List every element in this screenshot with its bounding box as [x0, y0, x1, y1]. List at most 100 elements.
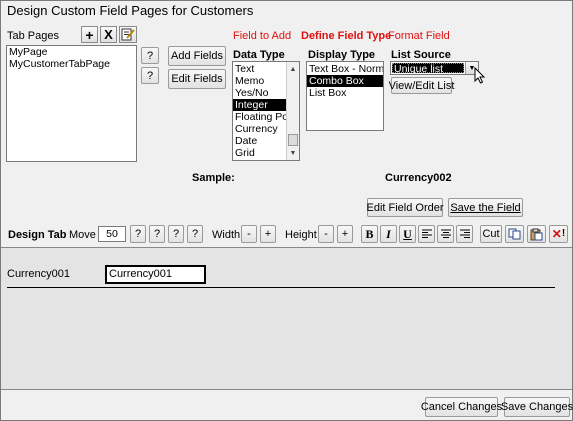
data-type-item-yes-no[interactable]: Yes/No [233, 87, 286, 99]
help-button-tab-pages[interactable]: ? [141, 47, 159, 64]
cancel-changes-label: Cancel Changes [420, 401, 503, 413]
mouse-cursor-icon [474, 67, 486, 84]
save-changes-button[interactable]: Save Changes [500, 397, 573, 417]
data-type-list[interactable]: Text Memo Yes/No Integer Floating Point … [232, 61, 300, 161]
delete-field-icon: ✕! [552, 228, 565, 240]
save-the-field-label: Save the Field [450, 201, 521, 214]
display-type-item-text-box-normal[interactable]: Text Box - Normal [307, 63, 383, 75]
italic-icon: I [386, 226, 391, 241]
question-icon: ? [146, 69, 154, 82]
list-source-label: List Source [391, 49, 451, 61]
data-type-item-integer[interactable]: Integer [233, 99, 286, 111]
edit-tab-page-button[interactable] [119, 26, 137, 43]
scroll-down-icon[interactable]: ▼ [287, 147, 299, 159]
align-right-icon [459, 229, 470, 238]
help-button-edit-fields[interactable]: ? [141, 67, 159, 84]
design-canvas[interactable]: Currency001 Currency001 [1, 248, 572, 389]
exclamation-icon: ! [561, 228, 566, 239]
plus-icon: + [264, 228, 272, 240]
x-icon: X [104, 27, 113, 42]
display-type-item-list-box[interactable]: List Box [307, 87, 383, 99]
copy-icon [508, 228, 521, 240]
copy-button[interactable] [505, 225, 524, 243]
tab-pages-list[interactable]: MyPage MyCustomerTabPage [6, 45, 137, 162]
list-source-select[interactable]: Unique list ▼ [390, 61, 479, 75]
display-type-item-label: List Box [309, 87, 347, 99]
question-icon: ? [146, 49, 154, 62]
add-fields-label: Add Fields [171, 50, 223, 62]
data-type-item-label: Integer [235, 99, 268, 111]
data-type-scrollbar[interactable]: ▲ ▼ [286, 62, 299, 160]
add-fields-button[interactable]: Add Fields [168, 46, 226, 66]
bold-button[interactable]: B [361, 225, 378, 243]
width-increase-button[interactable]: + [260, 225, 276, 243]
plus-icon: + [341, 228, 349, 240]
list-source-value: Unique list [392, 63, 464, 74]
height-label: Height [285, 229, 317, 241]
design-field-box[interactable]: Currency001 [105, 265, 206, 284]
cancel-changes-button[interactable]: Cancel Changes [421, 397, 502, 417]
align-left-icon [421, 229, 432, 238]
cut-button[interactable]: Cut [480, 225, 502, 243]
edit-field-order-button[interactable]: Edit Field Order [366, 198, 444, 217]
data-type-item-currency[interactable]: Currency [233, 123, 286, 135]
sample-value: Currency002 [385, 172, 452, 184]
field-to-add-label: Field to Add [233, 30, 292, 42]
question-icon: ? [172, 228, 180, 240]
display-type-item-combo-box[interactable]: Combo Box [307, 75, 383, 87]
edit-fields-button[interactable]: Edit Fields [168, 69, 226, 89]
view-edit-list-button[interactable]: View/Edit List [389, 77, 454, 94]
save-changes-label: Save Changes [500, 401, 573, 413]
custom-field-pages-window: Design Custom Field Pages for Customers … [0, 0, 573, 421]
data-type-item-label: Grid [235, 147, 255, 159]
define-field-type-label: Define Field Type [301, 30, 392, 42]
scroll-thumb[interactable] [288, 134, 298, 146]
height-increase-button[interactable]: + [337, 225, 353, 243]
display-type-label: Display Type [308, 49, 376, 61]
sample-label: Sample: [192, 172, 235, 184]
data-type-item-label: Date [235, 135, 258, 147]
data-type-item-grid[interactable]: Grid [233, 147, 286, 159]
data-type-item-memo[interactable]: Memo [233, 75, 286, 87]
delete-field-button[interactable]: ✕! [549, 225, 568, 243]
question-icon: ? [153, 228, 161, 240]
move-down-help-button[interactable]: ? [149, 225, 165, 243]
data-type-item-label: Memo [235, 75, 265, 87]
move-right-help-button[interactable]: ? [187, 225, 203, 243]
save-the-field-button[interactable]: Save the Field [448, 198, 523, 217]
width-label: Width [212, 229, 241, 241]
width-decrease-button[interactable]: - [241, 225, 257, 243]
minus-icon: - [324, 228, 328, 240]
question-icon: ? [134, 228, 142, 240]
scroll-up-icon[interactable]: ▲ [287, 63, 299, 75]
display-type-list[interactable]: Text Box - Normal Combo Box List Box [306, 61, 384, 131]
paste-button[interactable] [527, 225, 546, 243]
italic-button[interactable]: I [380, 225, 397, 243]
data-type-item-date[interactable]: Date [233, 135, 286, 147]
move-left-help-button[interactable]: ? [168, 225, 184, 243]
red-x-icon: ✕ [551, 227, 562, 241]
tab-page-item-label: MyPage [9, 46, 48, 58]
design-field-label[interactable]: Currency001 [7, 268, 70, 280]
design-line [7, 287, 555, 288]
move-amount-input[interactable] [98, 226, 126, 242]
remove-tab-page-button[interactable]: X [100, 26, 117, 43]
tab-pages-label: Tab Pages [7, 30, 59, 42]
tab-page-item-mypage[interactable]: MyPage [7, 46, 136, 58]
align-right-button[interactable] [456, 225, 473, 243]
cut-label: Cut [482, 228, 500, 240]
design-tab-label: Design Tab [8, 229, 67, 241]
move-label: Move [69, 229, 96, 241]
underline-button[interactable]: U [399, 225, 416, 243]
height-decrease-button[interactable]: - [318, 225, 334, 243]
align-left-button[interactable] [418, 225, 435, 243]
tab-page-item-mycustomertabpage[interactable]: MyCustomerTabPage [7, 58, 136, 70]
data-type-item-text[interactable]: Text [233, 63, 286, 75]
align-center-button[interactable] [437, 225, 454, 243]
minus-icon: - [247, 228, 251, 240]
design-area-bottom-border [1, 389, 572, 390]
move-up-help-button[interactable]: ? [130, 225, 146, 243]
paste-icon [530, 228, 543, 240]
data-type-item-floating-point[interactable]: Floating Point [233, 111, 299, 123]
add-tab-page-button[interactable]: + [81, 26, 98, 43]
